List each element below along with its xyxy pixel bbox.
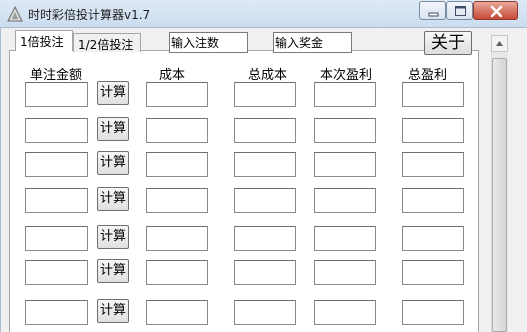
total-profit-field[interactable] <box>402 260 464 285</box>
unit-amount-field[interactable] <box>25 226 88 251</box>
column-header-total-cost: 总成本 <box>248 68 288 83</box>
tab-1x-bet[interactable]: 1倍投注 <box>15 30 73 51</box>
calculate-button[interactable]: 计算 <box>97 259 129 283</box>
calc-row: 计算 <box>0 299 480 325</box>
total-profit-field[interactable] <box>402 152 464 177</box>
calc-row: 计算 <box>0 187 480 213</box>
app-logo-icon <box>7 5 23 22</box>
tab-half-bet[interactable]: 1/2倍投注 <box>73 33 141 52</box>
cost-field[interactable] <box>146 300 208 325</box>
total-cost-field[interactable] <box>234 118 296 143</box>
current-profit-field[interactable] <box>314 226 376 251</box>
bet-count-input[interactable] <box>169 32 248 53</box>
maximize-button[interactable] <box>446 1 473 20</box>
unit-amount-field[interactable] <box>25 118 88 143</box>
window-title: 时时彩倍投计算器v1.7 <box>28 8 151 22</box>
unit-amount-field[interactable] <box>25 152 88 177</box>
total-cost-field[interactable] <box>234 300 296 325</box>
unit-amount-field[interactable] <box>25 188 88 213</box>
unit-amount-field[interactable] <box>25 300 88 325</box>
scrollbar-thumb[interactable] <box>492 58 507 332</box>
total-profit-field[interactable] <box>402 226 464 251</box>
column-header-total-profit: 总盈利 <box>408 68 448 83</box>
total-cost-field[interactable] <box>234 152 296 177</box>
chevron-up-icon <box>492 40 507 54</box>
calculate-button[interactable]: 计算 <box>97 117 129 141</box>
calc-row: 计算 <box>0 259 480 285</box>
cost-field[interactable] <box>146 118 208 143</box>
title-bar: 时时彩倍投计算器v1.7 <box>0 0 527 28</box>
current-profit-field[interactable] <box>314 260 376 285</box>
about-button[interactable]: 关于 <box>424 31 472 55</box>
scroll-up-button[interactable] <box>491 35 508 52</box>
calc-row: 计算 <box>0 117 480 143</box>
total-cost-field[interactable] <box>234 188 296 213</box>
cost-field[interactable] <box>146 260 208 285</box>
current-profit-field[interactable] <box>314 82 376 107</box>
calculate-button[interactable]: 计算 <box>97 81 129 105</box>
unit-amount-field[interactable] <box>25 260 88 285</box>
total-cost-field[interactable] <box>234 82 296 107</box>
cost-field[interactable] <box>146 226 208 251</box>
total-profit-field[interactable] <box>402 82 464 107</box>
total-profit-field[interactable] <box>402 118 464 143</box>
calc-row: 计算 <box>0 151 480 177</box>
total-profit-field[interactable] <box>402 300 464 325</box>
calculate-button[interactable]: 计算 <box>97 225 129 249</box>
current-profit-field[interactable] <box>314 152 376 177</box>
close-button[interactable] <box>473 1 518 20</box>
current-profit-field[interactable] <box>314 118 376 143</box>
column-header-unit-amount: 单注金额 <box>30 68 83 83</box>
calculate-button[interactable]: 计算 <box>97 299 129 323</box>
total-cost-field[interactable] <box>234 260 296 285</box>
cost-field[interactable] <box>146 82 208 107</box>
total-cost-field[interactable] <box>234 226 296 251</box>
cost-field[interactable] <box>146 152 208 177</box>
cost-field[interactable] <box>146 188 208 213</box>
total-profit-field[interactable] <box>402 188 464 213</box>
unit-amount-field[interactable] <box>25 82 88 107</box>
prize-input[interactable] <box>273 32 352 53</box>
calculate-button[interactable]: 计算 <box>97 151 129 175</box>
minimize-button[interactable] <box>419 1 446 20</box>
column-header-current-profit: 本次盈利 <box>320 68 373 83</box>
column-header-cost: 成本 <box>159 68 186 83</box>
current-profit-field[interactable] <box>314 188 376 213</box>
calculate-button[interactable]: 计算 <box>97 187 129 211</box>
calc-row: 计算 <box>0 225 480 251</box>
current-profit-field[interactable] <box>314 300 376 325</box>
calc-row: 计算 <box>0 81 480 107</box>
